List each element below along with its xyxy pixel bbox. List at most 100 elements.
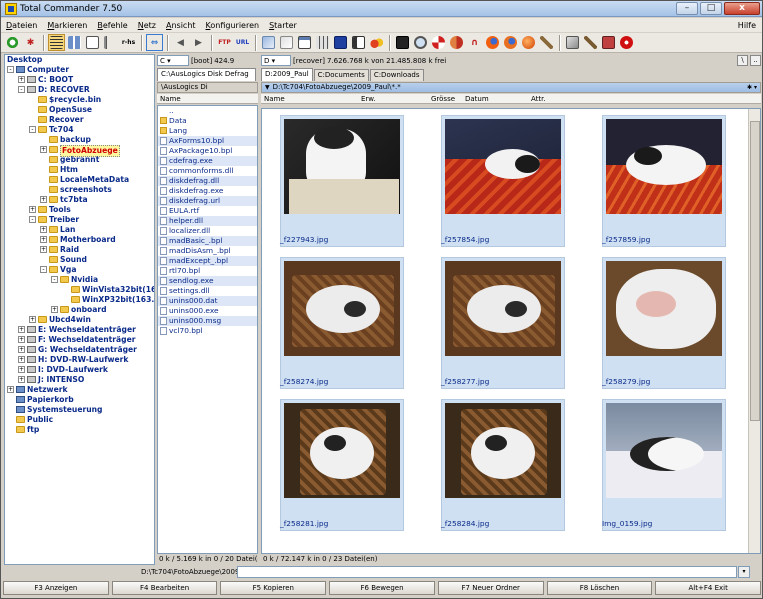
- file-row[interactable]: AxPackage10.bpl: [158, 146, 257, 156]
- collapse-icon[interactable]: -: [29, 126, 36, 133]
- expand-icon[interactable]: +: [7, 386, 14, 393]
- file-row[interactable]: madExcept_.bpl: [158, 256, 257, 266]
- tree-item[interactable]: + Tools: [5, 205, 154, 215]
- thumbnail-item[interactable]: _f258274.jpg: [280, 257, 404, 389]
- collapse-icon[interactable]: -: [51, 276, 58, 283]
- tree-item[interactable]: + F: Wechseldatenträger: [5, 335, 154, 345]
- forward-icon[interactable]: ▶: [190, 34, 207, 51]
- tree-item[interactable]: + E: Wechseldatenträger: [5, 325, 154, 335]
- tree-item[interactable]: WinXP32bit(163.75): [5, 295, 154, 305]
- right-path-bar[interactable]: ▼ D:\Tc704\FotoAbzuege\2009_Paul\*.* ✱ ▾: [261, 82, 761, 93]
- tree-item[interactable]: Htm: [5, 165, 154, 175]
- tree-item[interactable]: - Tc704: [5, 125, 154, 135]
- tree-item[interactable]: - D: RECOVER: [5, 85, 154, 95]
- unpack-icon[interactable]: [278, 34, 295, 51]
- thumbnail-item[interactable]: _f258284.jpg: [441, 399, 565, 531]
- tree-item[interactable]: OpenSuse: [5, 105, 154, 115]
- history-arrow-icon[interactable]: ✱ ▾: [747, 83, 760, 92]
- console-icon[interactable]: [394, 34, 411, 51]
- parent-button[interactable]: ..: [750, 55, 761, 66]
- tree-item[interactable]: + Netzwerk: [5, 385, 154, 395]
- tree-item[interactable]: Sound: [5, 255, 154, 265]
- thumbnail-view-icon[interactable]: [66, 34, 83, 51]
- menu-item-markieren[interactable]: Markieren: [42, 21, 92, 30]
- tree-item[interactable]: - Nvidia: [5, 275, 154, 285]
- command-dropdown-icon[interactable]: ▾: [738, 566, 750, 578]
- collapse-icon[interactable]: -: [29, 216, 36, 223]
- tree-item[interactable]: gebrannt: [5, 155, 154, 165]
- thumbnail-item[interactable]: _f257854.jpg: [441, 115, 565, 247]
- file-row[interactable]: settings.dll: [158, 286, 257, 296]
- fkey-button[interactable]: F8 Löschen: [546, 581, 653, 595]
- tab-right-2[interactable]: C:Downloads: [369, 69, 424, 81]
- thumbnail-item[interactable]: _f258279.jpg: [602, 257, 726, 389]
- tree-item[interactable]: + H: DVD-RW-Laufwerk: [5, 355, 154, 365]
- fkey-button[interactable]: F5 Kopieren: [220, 581, 327, 595]
- tree-item[interactable]: + Lan: [5, 225, 154, 235]
- expand-icon[interactable]: +: [40, 236, 47, 243]
- expand-icon[interactable]: +: [18, 326, 25, 333]
- checklist-icon[interactable]: [350, 34, 367, 51]
- fruit-icon[interactable]: [368, 34, 385, 51]
- folder-tree[interactable]: Desktop - Computer + C: BOOT - D: RECOVER $recy…: [4, 54, 155, 565]
- fkey-button[interactable]: F6 Bewegen: [329, 581, 435, 595]
- left-path-bar[interactable]: \AusLogics Di: [157, 82, 258, 93]
- hammer-icon[interactable]: [582, 34, 599, 51]
- file-row[interactable]: Data: [158, 116, 257, 126]
- tab-right-0[interactable]: D:2009_Paul: [261, 68, 313, 81]
- column-header[interactable]: Attr.: [528, 94, 588, 103]
- file-row[interactable]: diskdefrag.exe: [158, 186, 257, 196]
- fkey-button[interactable]: F3 Anzeigen: [3, 581, 109, 595]
- root-button[interactable]: \: [737, 55, 748, 66]
- title-bar[interactable]: Total Commander 7.50 – □ x: [1, 1, 762, 17]
- detail-view-icon[interactable]: [84, 34, 101, 51]
- file-row[interactable]: unins000.msg: [158, 316, 257, 326]
- tab-right-1[interactable]: C:Documents: [313, 69, 369, 81]
- swap-panels-icon[interactable]: ⇔: [146, 34, 163, 51]
- calendar-icon[interactable]: [332, 34, 349, 51]
- column-header[interactable]: Grösse: [428, 94, 462, 103]
- menu-item-dateien[interactable]: Dateien: [1, 21, 42, 30]
- column-header[interactable]: Name: [261, 94, 358, 103]
- right-drive-combo[interactable]: D ▾: [261, 55, 291, 66]
- tree-item[interactable]: screenshots: [5, 185, 154, 195]
- tree-item[interactable]: backup: [5, 135, 154, 145]
- expand-icon[interactable]: +: [18, 356, 25, 363]
- tree-item[interactable]: + tc7bta: [5, 195, 154, 205]
- notepad-icon[interactable]: [296, 34, 313, 51]
- file-row[interactable]: ..: [158, 106, 257, 116]
- search-icon[interactable]: [412, 34, 429, 51]
- shield-icon[interactable]: [448, 34, 465, 51]
- tree-item[interactable]: - Vga: [5, 265, 154, 275]
- menu-item-starter[interactable]: Starter: [264, 21, 302, 30]
- menu-item-ansicht[interactable]: Ansicht: [161, 21, 201, 30]
- tab-left-auslogics[interactable]: C:\AusLogics Disk Defrag: [157, 68, 256, 81]
- ftp-icon[interactable]: FTP: [216, 34, 233, 51]
- file-row[interactable]: AxForms10.bpl: [158, 136, 257, 146]
- magnet-icon[interactable]: ∩: [466, 34, 483, 51]
- fkey-button[interactable]: F4 Bearbeiten: [111, 581, 218, 595]
- tree-item[interactable]: LocaleMetaData: [5, 175, 154, 185]
- expand-icon[interactable]: +: [40, 146, 47, 153]
- fkey-button[interactable]: F7 Neuer Ordner: [437, 581, 544, 595]
- file-row[interactable]: diskdefrag.url: [158, 196, 257, 206]
- tree-item[interactable]: Recover: [5, 115, 154, 125]
- url-icon[interactable]: URL: [234, 34, 251, 51]
- lifebuoy-icon[interactable]: [430, 34, 447, 51]
- file-row[interactable]: madBasic_.bpl: [158, 236, 257, 246]
- tree-view-icon[interactable]: [102, 34, 119, 51]
- expand-icon[interactable]: +: [18, 76, 25, 83]
- minimize-button[interactable]: –: [676, 2, 698, 15]
- expand-icon[interactable]: +: [40, 226, 47, 233]
- tree-item[interactable]: + C: BOOT: [5, 75, 154, 85]
- expand-icon[interactable]: +: [18, 366, 25, 373]
- file-row[interactable]: rtl70.bpl: [158, 266, 257, 276]
- menu-help[interactable]: Hilfe: [733, 21, 762, 30]
- tree-item[interactable]: WinVista32bit(162.13): [5, 285, 154, 295]
- expand-icon[interactable]: +: [51, 306, 58, 313]
- collapse-icon[interactable]: -: [18, 86, 25, 93]
- expand-icon[interactable]: +: [18, 336, 25, 343]
- tree-item[interactable]: + G: Wechseldatenträger: [5, 345, 154, 355]
- column-name-left[interactable]: Name: [157, 94, 181, 103]
- file-row[interactable]: cdefrag.exe: [158, 156, 257, 166]
